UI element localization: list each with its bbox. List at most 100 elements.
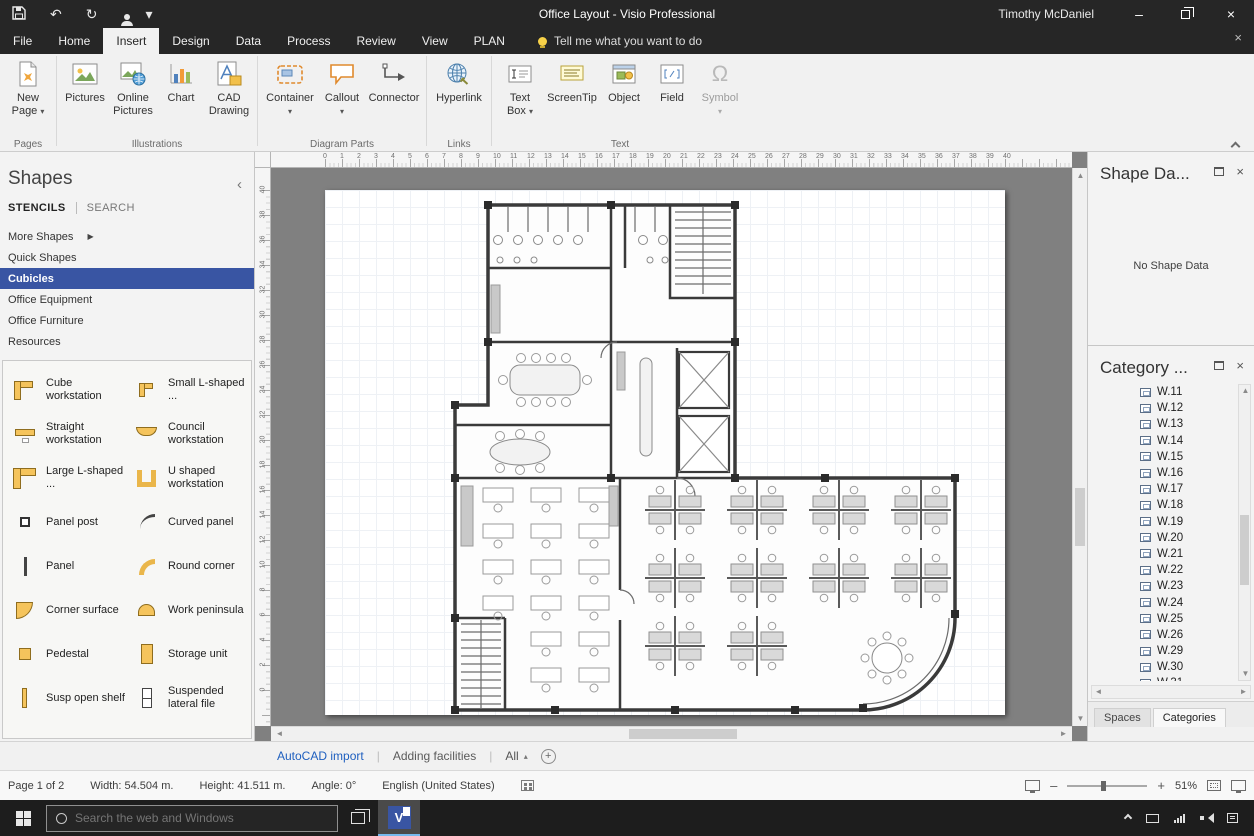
category-item-w-18[interactable]: W.18 [1092,497,1236,513]
stencil-nav-office-furniture[interactable]: Office Furniture [0,310,254,331]
category-item-w-31[interactable]: W.31 [1092,675,1236,681]
stencil-shape-round-corner[interactable]: Round corner [127,545,249,587]
screentip-button[interactable]: ScreenTip [544,57,600,105]
category-horizontal-scrollbar[interactable]: ◄ ► [1091,685,1251,699]
display-tray-icon[interactable] [1146,814,1159,823]
category-item-w-14[interactable]: W.14 [1092,433,1236,449]
horizontal-scroll-thumb[interactable] [629,729,737,739]
ribbon-tab-file[interactable]: File [0,28,45,54]
page-tab-adding-facilities[interactable]: Adding facilities [393,749,476,763]
scroll-down-icon[interactable]: ▼ [1073,712,1088,725]
text-box-button[interactable]: TextBox ▾ [496,57,544,118]
canvas-vertical-scrollbar[interactable]: ▲ ▼ [1072,168,1087,726]
category-scroll-thumb[interactable] [1240,515,1249,585]
category-item-w-19[interactable]: W.19 [1092,514,1236,530]
stencil-shape-council-workstation[interactable]: Council workstation [127,413,249,455]
category-item-w-20[interactable]: W.20 [1092,530,1236,546]
category-item-w-11[interactable]: W.11 [1092,384,1236,400]
signed-in-user[interactable]: Timothy McDaniel [998,7,1094,21]
page-tab-autocad-import[interactable]: AutoCAD import [277,749,364,763]
hidden-icons-chevron[interactable] [1124,814,1132,822]
container-button[interactable]: Container▾ [262,57,318,118]
scroll-up-icon[interactable]: ▲ [1239,385,1252,397]
redo-icon[interactable]: ↻ [86,7,98,21]
chart-button[interactable]: Chart [157,57,205,105]
stencil-nav-quick-shapes[interactable]: Quick Shapes [0,247,254,268]
stencil-shape-large-l-shaped[interactable]: Large L-shaped ... [5,457,127,499]
panel-tab-spaces[interactable]: Spaces [1094,708,1151,727]
task-view-button[interactable] [338,800,378,836]
category-vertical-scrollbar[interactable]: ▲ ▼ [1238,384,1251,681]
action-center-icon[interactable] [1227,813,1238,823]
category-item-w-24[interactable]: W.24 [1092,594,1236,610]
category-item-w-25[interactable]: W.25 [1092,611,1236,627]
online-pictures-button[interactable]: OnlinePictures [109,57,157,118]
zoom-slider-thumb[interactable] [1101,781,1106,791]
category-item-w-29[interactable]: W.29 [1092,643,1236,659]
stencil-shape-panel-post[interactable]: Panel post [5,501,127,543]
language-indicator[interactable]: English (United States) [382,780,495,792]
zoom-out-icon[interactable]: – [1050,778,1057,793]
category-item-w-30[interactable]: W.30 [1092,659,1236,675]
float-panel-icon[interactable] [1214,167,1224,176]
scroll-down-icon[interactable]: ▼ [1239,668,1252,680]
canvas-horizontal-scrollbar[interactable]: ◄ ► [271,726,1072,741]
stencil-shape-corner-surface[interactable]: Corner surface [5,589,127,631]
object-button[interactable]: Object [600,57,648,105]
vertical-scroll-thumb[interactable] [1075,488,1085,546]
network-icon[interactable] [1174,814,1185,823]
zoom-level[interactable]: 51% [1175,780,1197,792]
drawing-canvas[interactable]: 0123456789101112131415161718192021222324… [255,152,1087,741]
stencil-shape-straight-workstation[interactable]: Straight workstation [5,413,127,455]
stencil-shape-suspended-lateral-file[interactable]: Suspended lateral file [127,677,249,719]
ribbon-tab-process[interactable]: Process [274,28,343,54]
restore-button[interactable] [1162,0,1208,28]
stencil-shape-panel[interactable]: Panel [5,545,127,587]
zoom-slider[interactable] [1067,785,1147,787]
hyperlink-button[interactable]: Hyperlink [431,57,487,105]
pictures-button[interactable]: Pictures [61,57,109,105]
category-item-w-26[interactable]: W.26 [1092,627,1236,643]
taskbar-search[interactable] [46,805,338,832]
tab-search[interactable]: SEARCH [87,202,135,214]
start-button[interactable] [0,800,46,836]
category-item-w-13[interactable]: W.13 [1092,416,1236,432]
scroll-left-icon[interactable]: ◄ [272,727,287,740]
stencil-shape-work-peninsula[interactable]: Work peninsula [127,589,249,631]
category-item-w-21[interactable]: W.21 [1092,546,1236,562]
ribbon-tab-insert[interactable]: Insert [103,28,159,54]
save-icon[interactable] [12,6,26,22]
ribbon-tab-plan[interactable]: PLAN [461,28,518,54]
stencil-shape-storage-unit[interactable]: Storage unit [127,633,249,675]
taskbar-visio-button[interactable]: V [378,800,420,836]
new-page-button[interactable]: NewPage ▾ [4,57,52,118]
panel-tab-categories[interactable]: Categories [1153,708,1226,727]
collapse-ribbon-icon[interactable] [1232,137,1240,145]
volume-icon[interactable] [1200,813,1212,823]
ribbon-tab-home[interactable]: Home [45,28,103,54]
stencil-nav-cubicles[interactable]: Cubicles [0,268,254,289]
tab-stencils[interactable]: STENCILS [8,202,66,214]
insert-page-button[interactable]: + [541,749,556,764]
stencil-shape-susp-open-shelf[interactable]: Susp open shelf [5,677,127,719]
drawing-viewport[interactable] [271,168,1072,726]
cad-drawing-button[interactable]: CADDrawing [205,57,253,118]
fit-page-icon[interactable] [1207,780,1221,791]
stencil-nav-office-equipment[interactable]: Office Equipment [0,289,254,310]
stencil-shape-pedestal[interactable]: Pedestal [5,633,127,675]
close-panel-icon[interactable]: × [1236,164,1244,179]
close-button[interactable]: × [1208,0,1254,28]
scroll-left-icon[interactable]: ◄ [1092,686,1105,698]
presentation-mode-icon[interactable] [1025,780,1040,791]
ribbon-tab-data[interactable]: Data [223,28,274,54]
stencil-nav-more-shapes[interactable]: More Shapes▶ [0,226,254,247]
category-item-w-17[interactable]: W.17 [1092,481,1236,497]
ribbon-tab-review[interactable]: Review [343,28,408,54]
ribbon-tab-view[interactable]: View [409,28,461,54]
ribbon-tab-design[interactable]: Design [159,28,222,54]
qat-customize-icon[interactable]: ▾ [145,7,152,21]
category-item-w-12[interactable]: W.12 [1092,400,1236,416]
drawing-page[interactable] [325,190,1005,715]
helper-close-icon[interactable]: × [1234,30,1242,45]
scroll-right-icon[interactable]: ► [1056,727,1071,740]
